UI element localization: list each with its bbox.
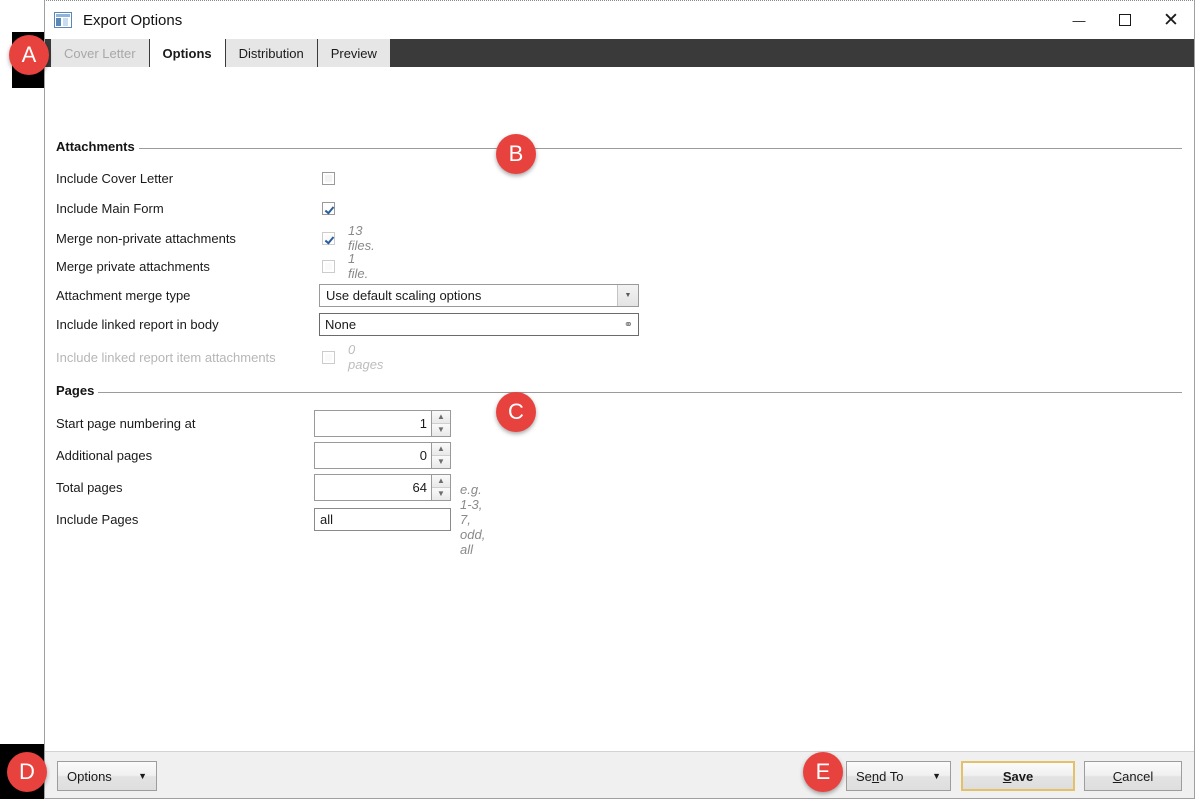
linked-report-items-label: Include linked report item attachments bbox=[56, 349, 276, 365]
annotation-marker-b: B bbox=[496, 134, 536, 174]
include-main-form-label: Include Main Form bbox=[56, 200, 164, 216]
total-pages-value[interactable]: 64 bbox=[314, 473, 432, 501]
window-controls: — ✕ bbox=[1056, 1, 1194, 39]
linked-report-label: Include linked report in body bbox=[56, 316, 219, 332]
linked-report-input[interactable]: None ⚭ bbox=[319, 312, 639, 336]
additional-pages-label: Additional pages bbox=[56, 447, 153, 463]
attachment-merge-type-value: Use default scaling options bbox=[326, 287, 482, 303]
stepper-up-icon[interactable]: ▲ bbox=[432, 410, 450, 424]
annotation-marker-e: E bbox=[803, 752, 843, 792]
include-cover-letter-label: Include Cover Letter bbox=[56, 170, 174, 186]
include-pages-hint: e.g. 1-3, 7, odd, all bbox=[460, 481, 486, 557]
window-title: Export Options bbox=[83, 11, 183, 29]
tab-distribution[interactable]: Distribution bbox=[225, 39, 318, 67]
stepper-down-icon[interactable]: ▼ bbox=[432, 423, 450, 436]
send-to-button-label: Send To bbox=[856, 768, 904, 784]
cancel-button-label: Cancel bbox=[1112, 768, 1154, 784]
annotation-marker-d: D bbox=[7, 752, 47, 792]
pages-group-title: Pages bbox=[56, 383, 99, 398]
tab-options[interactable]: Options bbox=[149, 39, 226, 67]
include-main-form-checkbox[interactable] bbox=[322, 201, 335, 215]
annotation-marker-c: C bbox=[496, 392, 536, 432]
caret-down-icon: ▼ bbox=[138, 771, 147, 781]
include-pages-label: Include Pages bbox=[56, 511, 139, 527]
linked-report-value: None bbox=[325, 316, 357, 332]
save-button[interactable]: Save bbox=[961, 761, 1075, 791]
linked-report-items-count: 0 pages bbox=[348, 342, 384, 372]
total-pages-arrows[interactable]: ▲ ▼ bbox=[432, 473, 451, 501]
stepper-up-icon[interactable]: ▲ bbox=[432, 474, 450, 488]
total-pages-stepper[interactable]: 64 ▲ ▼ bbox=[314, 473, 451, 501]
options-panel: Attachments Include Cover Letter Include… bbox=[45, 67, 1194, 754]
total-pages-label: Total pages bbox=[56, 479, 123, 495]
merge-private-count: 1 file. bbox=[348, 251, 369, 281]
options-button-label: Options bbox=[67, 768, 112, 784]
stepper-up-icon[interactable]: ▲ bbox=[432, 442, 450, 456]
merge-non-private-label: Merge non-private attachments bbox=[56, 230, 236, 246]
merge-non-private-count: 13 files. bbox=[348, 223, 375, 253]
chevron-down-icon[interactable]: ▼ bbox=[617, 284, 638, 306]
send-to-button[interactable]: Send To ▼ bbox=[846, 761, 951, 791]
options-button[interactable]: Options ▼ bbox=[57, 761, 157, 791]
minimize-icon[interactable]: — bbox=[1056, 1, 1102, 39]
attachment-merge-type-select[interactable]: Use default scaling options ▼ bbox=[319, 283, 639, 307]
tab-preview[interactable]: Preview bbox=[317, 39, 391, 67]
stepper-down-icon[interactable]: ▼ bbox=[432, 487, 450, 500]
link-chain-icon[interactable]: ⚭ bbox=[624, 318, 633, 331]
attachment-merge-type-label: Attachment merge type bbox=[56, 287, 191, 303]
attachments-group: Attachments Include Cover Letter Include… bbox=[56, 139, 1182, 372]
include-cover-letter-checkbox[interactable] bbox=[322, 171, 335, 185]
additional-pages-arrows[interactable]: ▲ ▼ bbox=[432, 441, 451, 469]
include-pages-input[interactable]: all bbox=[314, 507, 451, 531]
start-page-numbering-label: Start page numbering at bbox=[56, 415, 196, 431]
cancel-button[interactable]: Cancel bbox=[1084, 761, 1182, 791]
tab-cover-letter[interactable]: Cover Letter bbox=[51, 39, 150, 67]
start-page-numbering-stepper[interactable]: 1 ▲ ▼ bbox=[314, 409, 451, 437]
linked-report-items-checkbox[interactable] bbox=[322, 350, 335, 364]
annotation-marker-a: A bbox=[9, 35, 49, 75]
close-icon[interactable]: ✕ bbox=[1148, 1, 1194, 39]
save-button-label: Save bbox=[1002, 768, 1034, 784]
export-options-window: Export Options — ✕ Cover Letter Options … bbox=[44, 0, 1195, 799]
attachments-group-title: Attachments bbox=[56, 139, 139, 154]
form-window-icon bbox=[54, 12, 72, 28]
merge-private-checkbox[interactable] bbox=[322, 259, 335, 273]
pages-divider bbox=[56, 392, 1182, 393]
merge-non-private-checkbox[interactable] bbox=[322, 231, 335, 245]
title-bar: Export Options — ✕ bbox=[45, 1, 1194, 39]
pages-group: Pages Start page numbering at 1 ▲ ▼ Addi… bbox=[56, 383, 1182, 557]
attachments-divider bbox=[56, 148, 1182, 149]
stepper-down-icon[interactable]: ▼ bbox=[432, 455, 450, 468]
start-page-numbering-arrows[interactable]: ▲ ▼ bbox=[432, 409, 451, 437]
additional-pages-stepper[interactable]: 0 ▲ ▼ bbox=[314, 441, 451, 469]
caret-down-icon: ▼ bbox=[932, 771, 941, 781]
merge-private-label: Merge private attachments bbox=[56, 258, 210, 274]
start-page-numbering-value[interactable]: 1 bbox=[314, 409, 432, 437]
additional-pages-value[interactable]: 0 bbox=[314, 441, 432, 469]
maximize-icon[interactable] bbox=[1102, 1, 1148, 39]
tab-bar: Cover Letter Options Distribution Previe… bbox=[45, 39, 1194, 67]
dialog-footer: Options ▼ Send To ▼ Save Cancel bbox=[45, 751, 1194, 798]
